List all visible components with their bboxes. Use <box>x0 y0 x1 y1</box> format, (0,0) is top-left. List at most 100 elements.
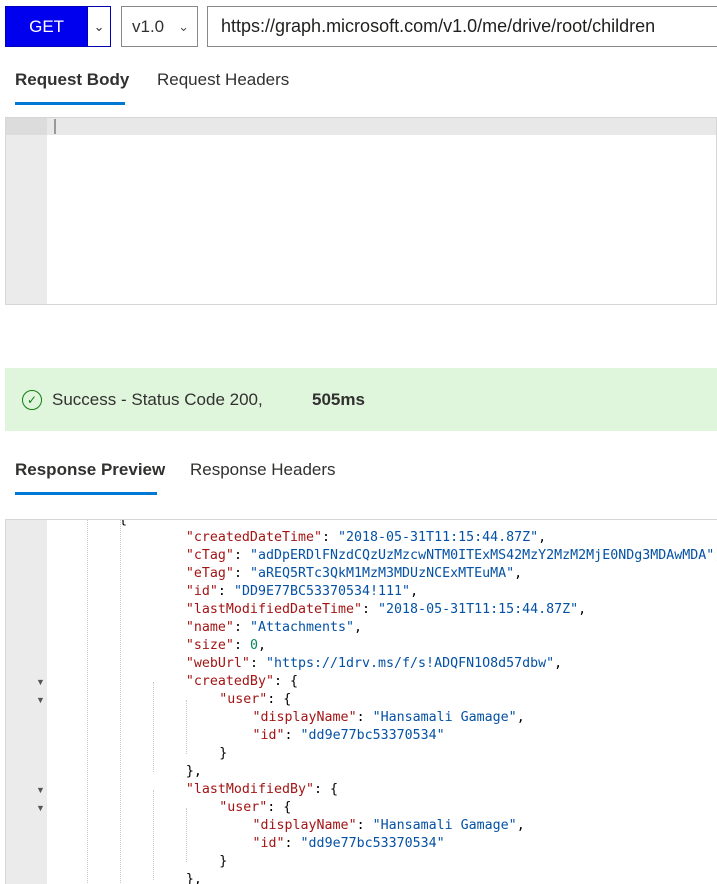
code-token: : <box>321 530 338 545</box>
code-token: "createdBy" <box>185 674 274 689</box>
indent-guide <box>87 520 88 884</box>
code-token: "webUrl" <box>185 656 250 671</box>
api-version-dropdown[interactable]: v1.0 ⌄ <box>121 6 198 47</box>
request-body-editor[interactable] <box>5 117 717 305</box>
code-line: "id": "dd9e77bc53370534" <box>253 835 445 853</box>
code-line: }, <box>186 871 202 884</box>
active-tab-indicator <box>15 102 125 105</box>
code-token: : <box>284 728 301 743</box>
fold-arrow-icon[interactable]: ▼ <box>36 803 45 813</box>
code-line: }, <box>186 763 202 781</box>
code-token: "size" <box>185 638 234 653</box>
code-token: "id" <box>252 836 285 851</box>
status-message: Success - Status Code 200, <box>52 389 263 409</box>
text-cursor <box>54 119 56 134</box>
code-token: : <box>233 548 250 563</box>
tab-response-headers[interactable]: Response Headers <box>190 460 336 480</box>
code-token: }, <box>185 764 202 779</box>
code-token: "lastModifiedDateTime" <box>185 602 363 617</box>
code-token: } <box>219 854 228 869</box>
tab-request-headers[interactable]: Request Headers <box>157 70 289 90</box>
code-token: : <box>362 602 379 617</box>
code-token: "lastModifiedBy" <box>185 782 314 797</box>
request-url-input[interactable]: https://graph.microsoft.com/v1.0/me/driv… <box>207 6 717 47</box>
code-token: , <box>554 656 563 671</box>
code-token: "DD9E77BC53370534!111" <box>233 584 411 599</box>
api-version-label: v1.0 <box>132 16 165 36</box>
indent-guide <box>120 520 121 884</box>
active-line-highlight <box>6 118 716 135</box>
tab-response-preview[interactable]: Response Preview <box>15 460 165 480</box>
chevron-down-icon: ⌄ <box>178 19 189 34</box>
http-method-dropdown[interactable]: GET ⌄ <box>5 6 111 47</box>
code-line: "createdBy": { <box>186 673 298 691</box>
status-banner: ✓ Success - Status Code 200, 505ms <box>5 368 717 431</box>
code-line: "displayName": "Hansamali Gamage", <box>253 709 525 727</box>
tab-request-body[interactable]: Request Body <box>15 70 129 90</box>
code-line: "eTag": "aREQ5RTc3QkM1MzM3MDUzNCExMTEuMA… <box>186 565 522 583</box>
code-line: "size": 0, <box>186 637 266 655</box>
indent-guide <box>153 790 154 880</box>
code-token: : { <box>267 800 292 815</box>
code-token: : <box>233 566 250 581</box>
code-token: "dd9e77bc53370534" <box>300 728 445 743</box>
code-token: "Hansamali Gamage" <box>372 710 517 725</box>
code-token: "displayName" <box>252 710 357 725</box>
code-token: , <box>354 620 363 635</box>
code-line: "user": { <box>219 799 291 817</box>
code-token: "eTag" <box>185 566 234 581</box>
active-line-gutter <box>6 118 47 135</box>
code-token: , <box>516 710 525 725</box>
code-token: "displayName" <box>252 818 357 833</box>
code-token: : { <box>267 692 292 707</box>
code-token: "cTag" <box>185 548 234 563</box>
editor-gutter <box>6 118 47 304</box>
code-token: "2018-05-31T11:15:44.87Z" <box>378 602 579 617</box>
code-line: "lastModifiedDateTime": "2018-05-31T11:1… <box>186 601 586 619</box>
code-token: : <box>356 710 373 725</box>
indent-guide <box>153 682 154 772</box>
code-token: "user" <box>219 800 268 815</box>
code-token: : { <box>273 674 298 689</box>
code-line: } <box>219 853 227 871</box>
fold-arrow-icon[interactable]: ▼ <box>36 785 45 795</box>
code-token: : <box>217 584 234 599</box>
code-token: , <box>514 566 523 581</box>
active-tab-indicator <box>15 492 157 495</box>
code-line: "cTag": "adDpERDlFNzdCQzUzMzcwNTM0ITExMS… <box>186 547 717 565</box>
code-token: : <box>233 638 250 653</box>
fold-arrow-icon[interactable]: ▼ <box>36 695 45 705</box>
code-line: "webUrl": "https://1drv.ms/f/s!ADQFN1O8d… <box>186 655 562 673</box>
code-token: "Hansamali Gamage" <box>372 818 517 833</box>
fold-arrow-icon[interactable]: ▼ <box>36 677 45 687</box>
code-line: "id": "DD9E77BC53370534!111", <box>186 583 418 601</box>
code-token: "id" <box>185 584 218 599</box>
code-line: "id": "dd9e77bc53370534" <box>253 727 445 745</box>
code-token: , <box>516 818 525 833</box>
code-token: "aREQ5RTc3QkM1MzM3MDUzNCExMTEuMA" <box>249 566 515 581</box>
code-token: }, <box>185 872 202 884</box>
code-token: "id" <box>252 728 285 743</box>
code-token: , <box>578 602 587 617</box>
code-token: : <box>356 818 373 833</box>
code-token: "2018-05-31T11:15:44.87Z" <box>338 530 539 545</box>
code-line: "user": { <box>219 691 291 709</box>
success-check-icon: ✓ <box>22 389 42 410</box>
response-preview-viewer[interactable]: ▼ ▼ ▼ ▼ {"createdDateTime": "2018-05-31T11:… <box>5 519 717 884</box>
code-token: "dd9e77bc53370534" <box>300 836 445 851</box>
http-method-label[interactable]: GET <box>6 7 87 46</box>
code-token: "user" <box>219 692 268 707</box>
indent-guide <box>186 808 187 862</box>
code-line: } <box>219 745 227 763</box>
code-token: : <box>249 656 266 671</box>
code-token: "Attachments" <box>249 620 355 635</box>
chevron-down-icon[interactable]: ⌄ <box>87 7 110 46</box>
code-token: "https://1drv.ms/f/s!ADQFN1O8d57dbw" <box>265 656 555 671</box>
response-time: 505ms <box>312 389 365 409</box>
code-token: "createdDateTime" <box>185 530 322 545</box>
code-token: : { <box>313 782 339 797</box>
indent-guide <box>186 700 187 754</box>
code-line: "lastModifiedBy": { <box>186 781 338 799</box>
code-token: "name" <box>185 620 234 635</box>
code-line: "displayName": "Hansamali Gamage", <box>253 817 525 835</box>
